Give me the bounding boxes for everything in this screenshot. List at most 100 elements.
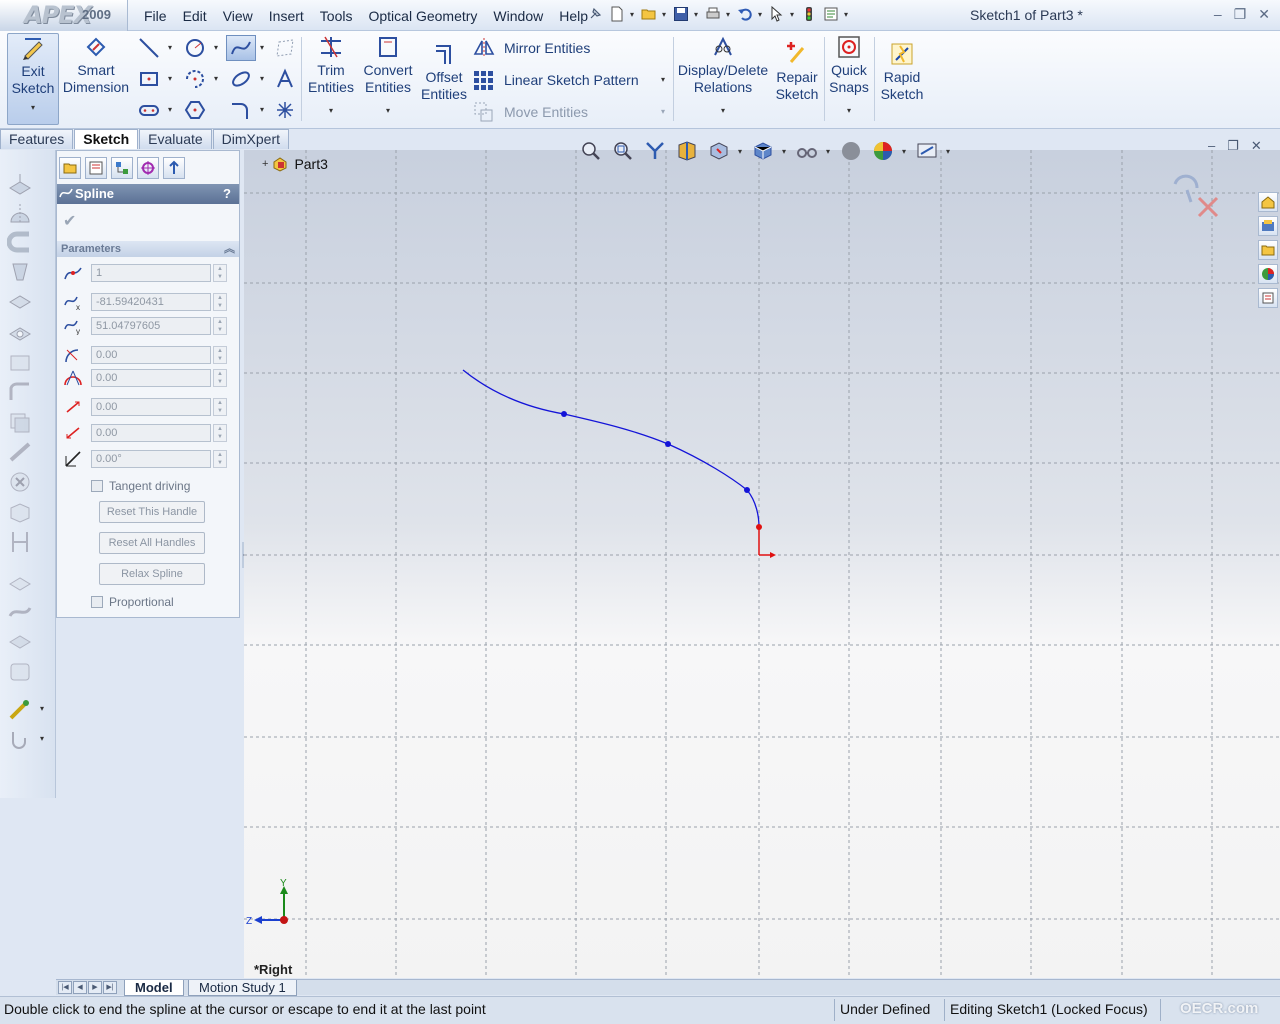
dynamic-annotation-icon[interactable] xyxy=(706,138,732,164)
fillet-feature-icon[interactable] xyxy=(7,380,35,406)
display-style-dropdown-icon[interactable]: ▾ xyxy=(782,147,788,156)
menu-tools[interactable]: Tools xyxy=(312,6,361,26)
spline-curve[interactable] xyxy=(462,369,760,528)
mirror-entities-button[interactable]: Mirror Entities xyxy=(472,36,590,60)
ok-checkmark-icon[interactable]: ✔ xyxy=(63,211,81,230)
circle-dropdown-icon[interactable]: ▾ xyxy=(214,43,218,52)
file-explorer-icon[interactable] xyxy=(1258,240,1278,260)
open-dropdown-icon[interactable]: ▾ xyxy=(662,10,668,19)
reset-this-handle-button[interactable]: Reset This Handle xyxy=(99,501,205,523)
plane-feature-icon[interactable] xyxy=(7,350,35,376)
fillet-dropdown-icon[interactable]: ▾ xyxy=(260,105,264,114)
parameters-section-header[interactable]: Parameters ︽ xyxy=(57,241,239,257)
save-dropdown-icon[interactable]: ▾ xyxy=(694,10,700,19)
menu-insert[interactable]: Insert xyxy=(261,6,312,26)
line-tool[interactable] xyxy=(134,35,164,61)
lofted-boss-icon[interactable] xyxy=(7,260,35,286)
rapid-sketch-button[interactable]: Rapid Sketch xyxy=(876,40,928,103)
ellipse-dropdown-icon[interactable]: ▾ xyxy=(260,74,264,83)
options-dropdown-icon[interactable]: ▾ xyxy=(844,10,850,19)
surface-sweep-icon[interactable] xyxy=(7,600,35,626)
pattern-dropdown-icon[interactable]: ▾ xyxy=(661,75,665,84)
apply-scene-icon[interactable] xyxy=(870,138,896,164)
print-dropdown-icon[interactable]: ▾ xyxy=(726,10,732,19)
pin-icon[interactable] xyxy=(586,5,604,23)
optical-surface-icon[interactable] xyxy=(7,698,35,724)
app-logo[interactable]: APEX 2009 xyxy=(0,0,128,31)
tangent-weight-2-field[interactable]: 0.00 xyxy=(91,424,211,442)
split-icon[interactable] xyxy=(7,530,35,556)
close-icon[interactable]: ✕ xyxy=(1258,6,1270,23)
move-dropdown-icon[interactable]: ▾ xyxy=(661,107,665,116)
extruded-boss-icon[interactable] xyxy=(7,172,35,198)
appearances-icon[interactable] xyxy=(1258,264,1278,284)
cancel-x-icon[interactable] xyxy=(1197,196,1219,218)
optical-dropdown-icon[interactable]: ▾ xyxy=(40,704,44,713)
curvature-field[interactable]: 0.00 xyxy=(91,369,211,387)
arc-tool[interactable] xyxy=(180,66,210,92)
rectangle-tool[interactable] xyxy=(134,66,164,92)
smart-dimension-button[interactable]: Smart Dimension xyxy=(62,33,130,96)
view-orientation-icon[interactable] xyxy=(750,138,776,164)
minimize-icon[interactable]: – xyxy=(1214,6,1222,23)
menu-file[interactable]: File xyxy=(136,6,175,26)
trim-dropdown-icon[interactable]: ▾ xyxy=(329,102,333,119)
circle-tool[interactable] xyxy=(180,35,210,61)
select-cursor-icon[interactable] xyxy=(768,5,786,23)
spline-point[interactable] xyxy=(744,487,750,493)
tangent-driving-option[interactable]: Tangent driving xyxy=(91,478,190,494)
exit-sketch-dropdown-icon[interactable]: ▾ xyxy=(31,99,35,116)
tab-evaluate[interactable]: Evaluate xyxy=(139,129,212,149)
sketch-origin[interactable] xyxy=(758,527,776,558)
first-tab-icon[interactable]: |◀ xyxy=(58,981,72,994)
view-settings-icon[interactable] xyxy=(914,138,940,164)
undo-dropdown-icon[interactable]: ▾ xyxy=(758,10,764,19)
relax-spline-button[interactable]: Relax Spline xyxy=(99,563,205,585)
menu-view[interactable]: View xyxy=(215,6,261,26)
spline-point-number-spinner[interactable]: ▲ ▼ xyxy=(213,264,227,282)
exit-sketch-button[interactable]: Exit Sketch ▾ xyxy=(7,33,59,125)
proportional-option[interactable]: Proportional xyxy=(91,594,174,610)
thicken-icon[interactable] xyxy=(7,660,35,686)
y-coordinate-spinner[interactable]: ▲ ▼ xyxy=(213,317,227,335)
tangent-weight-1-field[interactable]: 0.00 xyxy=(91,398,211,416)
fillet-tool[interactable] xyxy=(226,97,256,123)
menu-window[interactable]: Window xyxy=(485,6,551,26)
slot-tool[interactable] xyxy=(134,97,164,123)
point-tool[interactable] xyxy=(270,97,300,123)
rib-icon[interactable] xyxy=(7,440,35,466)
reset-all-handles-button[interactable]: Reset All Handles xyxy=(99,532,205,554)
tangent-direction-spinner[interactable]: ▲ ▼ xyxy=(213,450,227,468)
text-tool[interactable] xyxy=(270,66,300,92)
proportional-checkbox[interactable] xyxy=(91,596,103,608)
tangent-driving-checkbox[interactable] xyxy=(91,480,103,492)
curve-dropdown-icon[interactable]: ▾ xyxy=(40,734,44,743)
view-settings-dropdown-icon[interactable]: ▾ xyxy=(946,147,952,156)
convert-dropdown-icon[interactable]: ▾ xyxy=(386,102,390,119)
tab-features[interactable]: Features xyxy=(0,129,74,149)
collapse-chevron-icon[interactable]: ︽ xyxy=(224,241,235,257)
design-library-icon[interactable] xyxy=(1258,216,1278,236)
line-dropdown-icon[interactable]: ▾ xyxy=(168,43,172,52)
display-manager-tab[interactable] xyxy=(163,157,185,179)
shell-icon[interactable] xyxy=(7,410,35,436)
spline-point[interactable] xyxy=(561,411,567,417)
spline-tool[interactable] xyxy=(226,35,256,61)
trim-entities-button[interactable]: Trim Entities ▾ xyxy=(304,33,358,119)
curvature-spinner[interactable]: ▲ ▼ xyxy=(213,369,227,387)
swept-boss-icon[interactable] xyxy=(6,230,35,256)
ellipse-tool[interactable] xyxy=(226,66,256,92)
surface-loft-icon[interactable] xyxy=(7,630,35,656)
offset-entities-button[interactable]: Offset Entities xyxy=(418,40,470,103)
revolved-boss-icon[interactable] xyxy=(7,202,35,228)
new-dropdown-icon[interactable]: ▾ xyxy=(630,10,636,19)
repair-sketch-button[interactable]: Repair Sketch xyxy=(772,40,822,103)
last-tab-icon[interactable]: ▶| xyxy=(103,981,117,994)
viewport-close-icon[interactable]: ✕ xyxy=(1251,138,1262,154)
x-coordinate-field[interactable]: -81.59420431 xyxy=(91,293,211,311)
relations-dropdown-icon[interactable]: ▾ xyxy=(721,102,725,119)
edit-appearance-icon[interactable] xyxy=(838,138,864,164)
spline-dropdown-icon[interactable]: ▾ xyxy=(260,43,264,52)
rebuild-traffic-light-icon[interactable] xyxy=(800,5,818,23)
spline-point-number-field[interactable]: 1 xyxy=(91,264,211,282)
